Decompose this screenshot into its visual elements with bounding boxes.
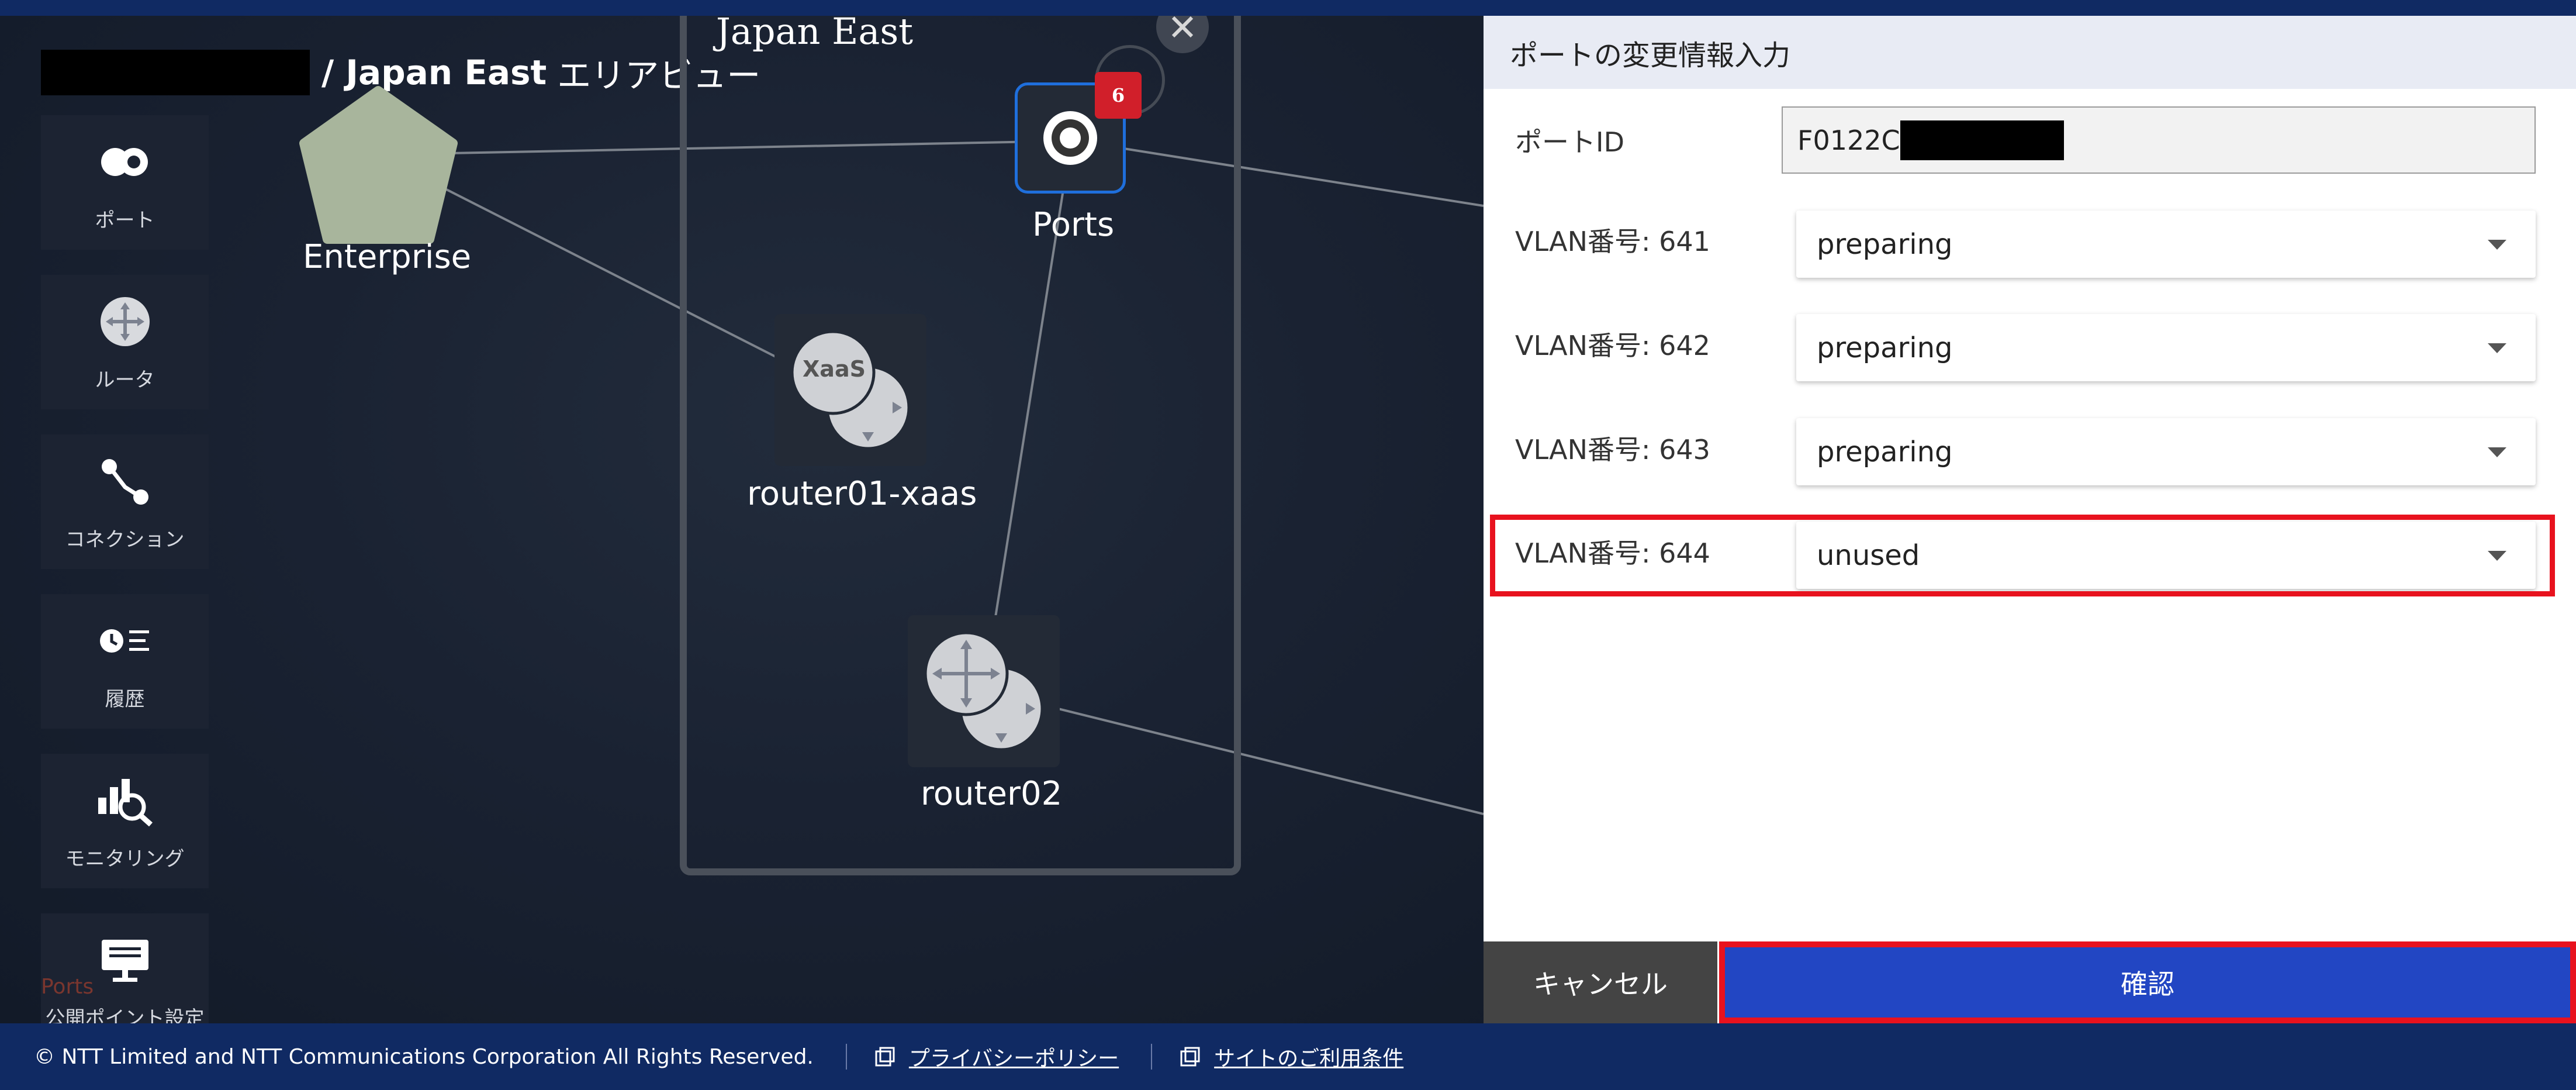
history-icon bbox=[96, 612, 154, 670]
port-id-label: ポートID bbox=[1515, 126, 1624, 158]
ports-count-badge: 6 bbox=[1095, 72, 1142, 119]
external-link-icon bbox=[875, 1047, 895, 1067]
sidebar-item-label: ポート bbox=[95, 208, 155, 232]
router01-xaas-label: router01-xaas bbox=[747, 475, 977, 513]
chevron-down-icon bbox=[2488, 447, 2506, 457]
enterprise-icon[interactable] bbox=[298, 86, 459, 247]
sidebar-item-ports[interactable]: ポート bbox=[41, 115, 209, 250]
topology-canvas[interactable]: / Japan East エリアビュー ポート ルータ コネクション 履歴 モニ… bbox=[0, 16, 1484, 1023]
vlan-642-label: VLAN番号: 642 bbox=[1515, 330, 1710, 361]
close-icon bbox=[1171, 16, 1194, 38]
vlan-643-select[interactable]: preparing bbox=[1796, 418, 2536, 485]
sidebar-item-public-point[interactable]: 公開ポイント設定 bbox=[41, 913, 209, 1023]
vlan-641-label: VLAN番号: 641 bbox=[1515, 226, 1710, 257]
vlan-643-value: preparing bbox=[1817, 435, 1953, 468]
ports-icon bbox=[96, 133, 154, 191]
xaas-text: XaaS bbox=[803, 356, 866, 382]
vlan-641-select[interactable]: preparing bbox=[1796, 211, 2536, 278]
terms-label: サイトのご利用条件 bbox=[1214, 1047, 1404, 1071]
sidebar-item-label: 履歴 bbox=[105, 687, 145, 711]
panel-footer: キャンセル 確認 bbox=[1484, 941, 2576, 1023]
footer-divider bbox=[845, 1044, 847, 1070]
sidebar-item-label: ルータ bbox=[95, 368, 155, 392]
confirm-button[interactable]: 確認 bbox=[1719, 941, 2576, 1023]
zone-title: Japan East bbox=[716, 16, 914, 53]
vlan-643-label: VLAN番号: 643 bbox=[1515, 434, 1710, 465]
router-pair-icon bbox=[924, 631, 1044, 751]
port-id-field: F0122C bbox=[1782, 106, 2536, 174]
terms-link[interactable]: サイトのご利用条件 bbox=[1180, 1041, 1403, 1072]
external-link-icon bbox=[1180, 1047, 1200, 1067]
privacy-policy-label: プライバシーポリシー bbox=[908, 1047, 1119, 1071]
port-id-value: F0122C bbox=[1797, 124, 1900, 156]
sidebar-item-label: 公開ポイント設定 bbox=[45, 1006, 205, 1024]
port-icon bbox=[1043, 111, 1097, 165]
sidebar-item-connections[interactable]: コネクション bbox=[41, 434, 209, 569]
ports-ghost-label: Ports bbox=[41, 975, 94, 999]
public-point-icon bbox=[96, 931, 154, 989]
vlan-644-highlight bbox=[1490, 515, 2555, 596]
chevron-down-icon bbox=[2488, 240, 2506, 250]
sidebar-item-monitoring[interactable]: モニタリング bbox=[41, 754, 209, 888]
copyright-text: © NTT Limited and NTT Communications Cor… bbox=[34, 1044, 814, 1069]
redacted-tenant-name bbox=[41, 50, 310, 95]
vlan-642-select[interactable]: preparing bbox=[1796, 314, 2536, 381]
enterprise-label: Enterprise bbox=[303, 238, 472, 276]
chevron-down-icon bbox=[2488, 343, 2506, 353]
connection-icon bbox=[96, 452, 154, 510]
site-footer: © NTT Limited and NTT Communications Cor… bbox=[0, 1023, 2576, 1090]
vlan-641-value: preparing bbox=[1817, 227, 1953, 261]
top-bar bbox=[0, 0, 2576, 16]
port-change-panel: ポートの変更情報入力 ポートID F0122C VLAN番号: 641 prep… bbox=[1484, 16, 2576, 1023]
router02-node[interactable] bbox=[908, 615, 1060, 767]
privacy-policy-link[interactable]: プライバシーポリシー bbox=[875, 1041, 1119, 1072]
sidebar-item-label: モニタリング bbox=[65, 847, 185, 871]
vlan-642-value: preparing bbox=[1817, 331, 1953, 364]
ports-label: Ports bbox=[1032, 206, 1115, 244]
router-pair-icon bbox=[790, 330, 911, 450]
sidebar-item-routers[interactable]: ルータ bbox=[41, 275, 209, 409]
sidebar-item-history[interactable]: 履歴 bbox=[41, 594, 209, 729]
monitoring-icon bbox=[96, 771, 154, 830]
router-icon bbox=[96, 292, 154, 351]
sidebar-item-label: コネクション bbox=[65, 527, 185, 551]
router01-xaas-node[interactable]: XaaS bbox=[774, 314, 926, 466]
cancel-button[interactable]: キャンセル bbox=[1484, 941, 1717, 1023]
footer-divider bbox=[1151, 1044, 1153, 1070]
redacted-port-id bbox=[1900, 120, 2064, 160]
panel-title: ポートの変更情報入力 bbox=[1484, 16, 2576, 89]
router02-label: router02 bbox=[921, 775, 1063, 813]
